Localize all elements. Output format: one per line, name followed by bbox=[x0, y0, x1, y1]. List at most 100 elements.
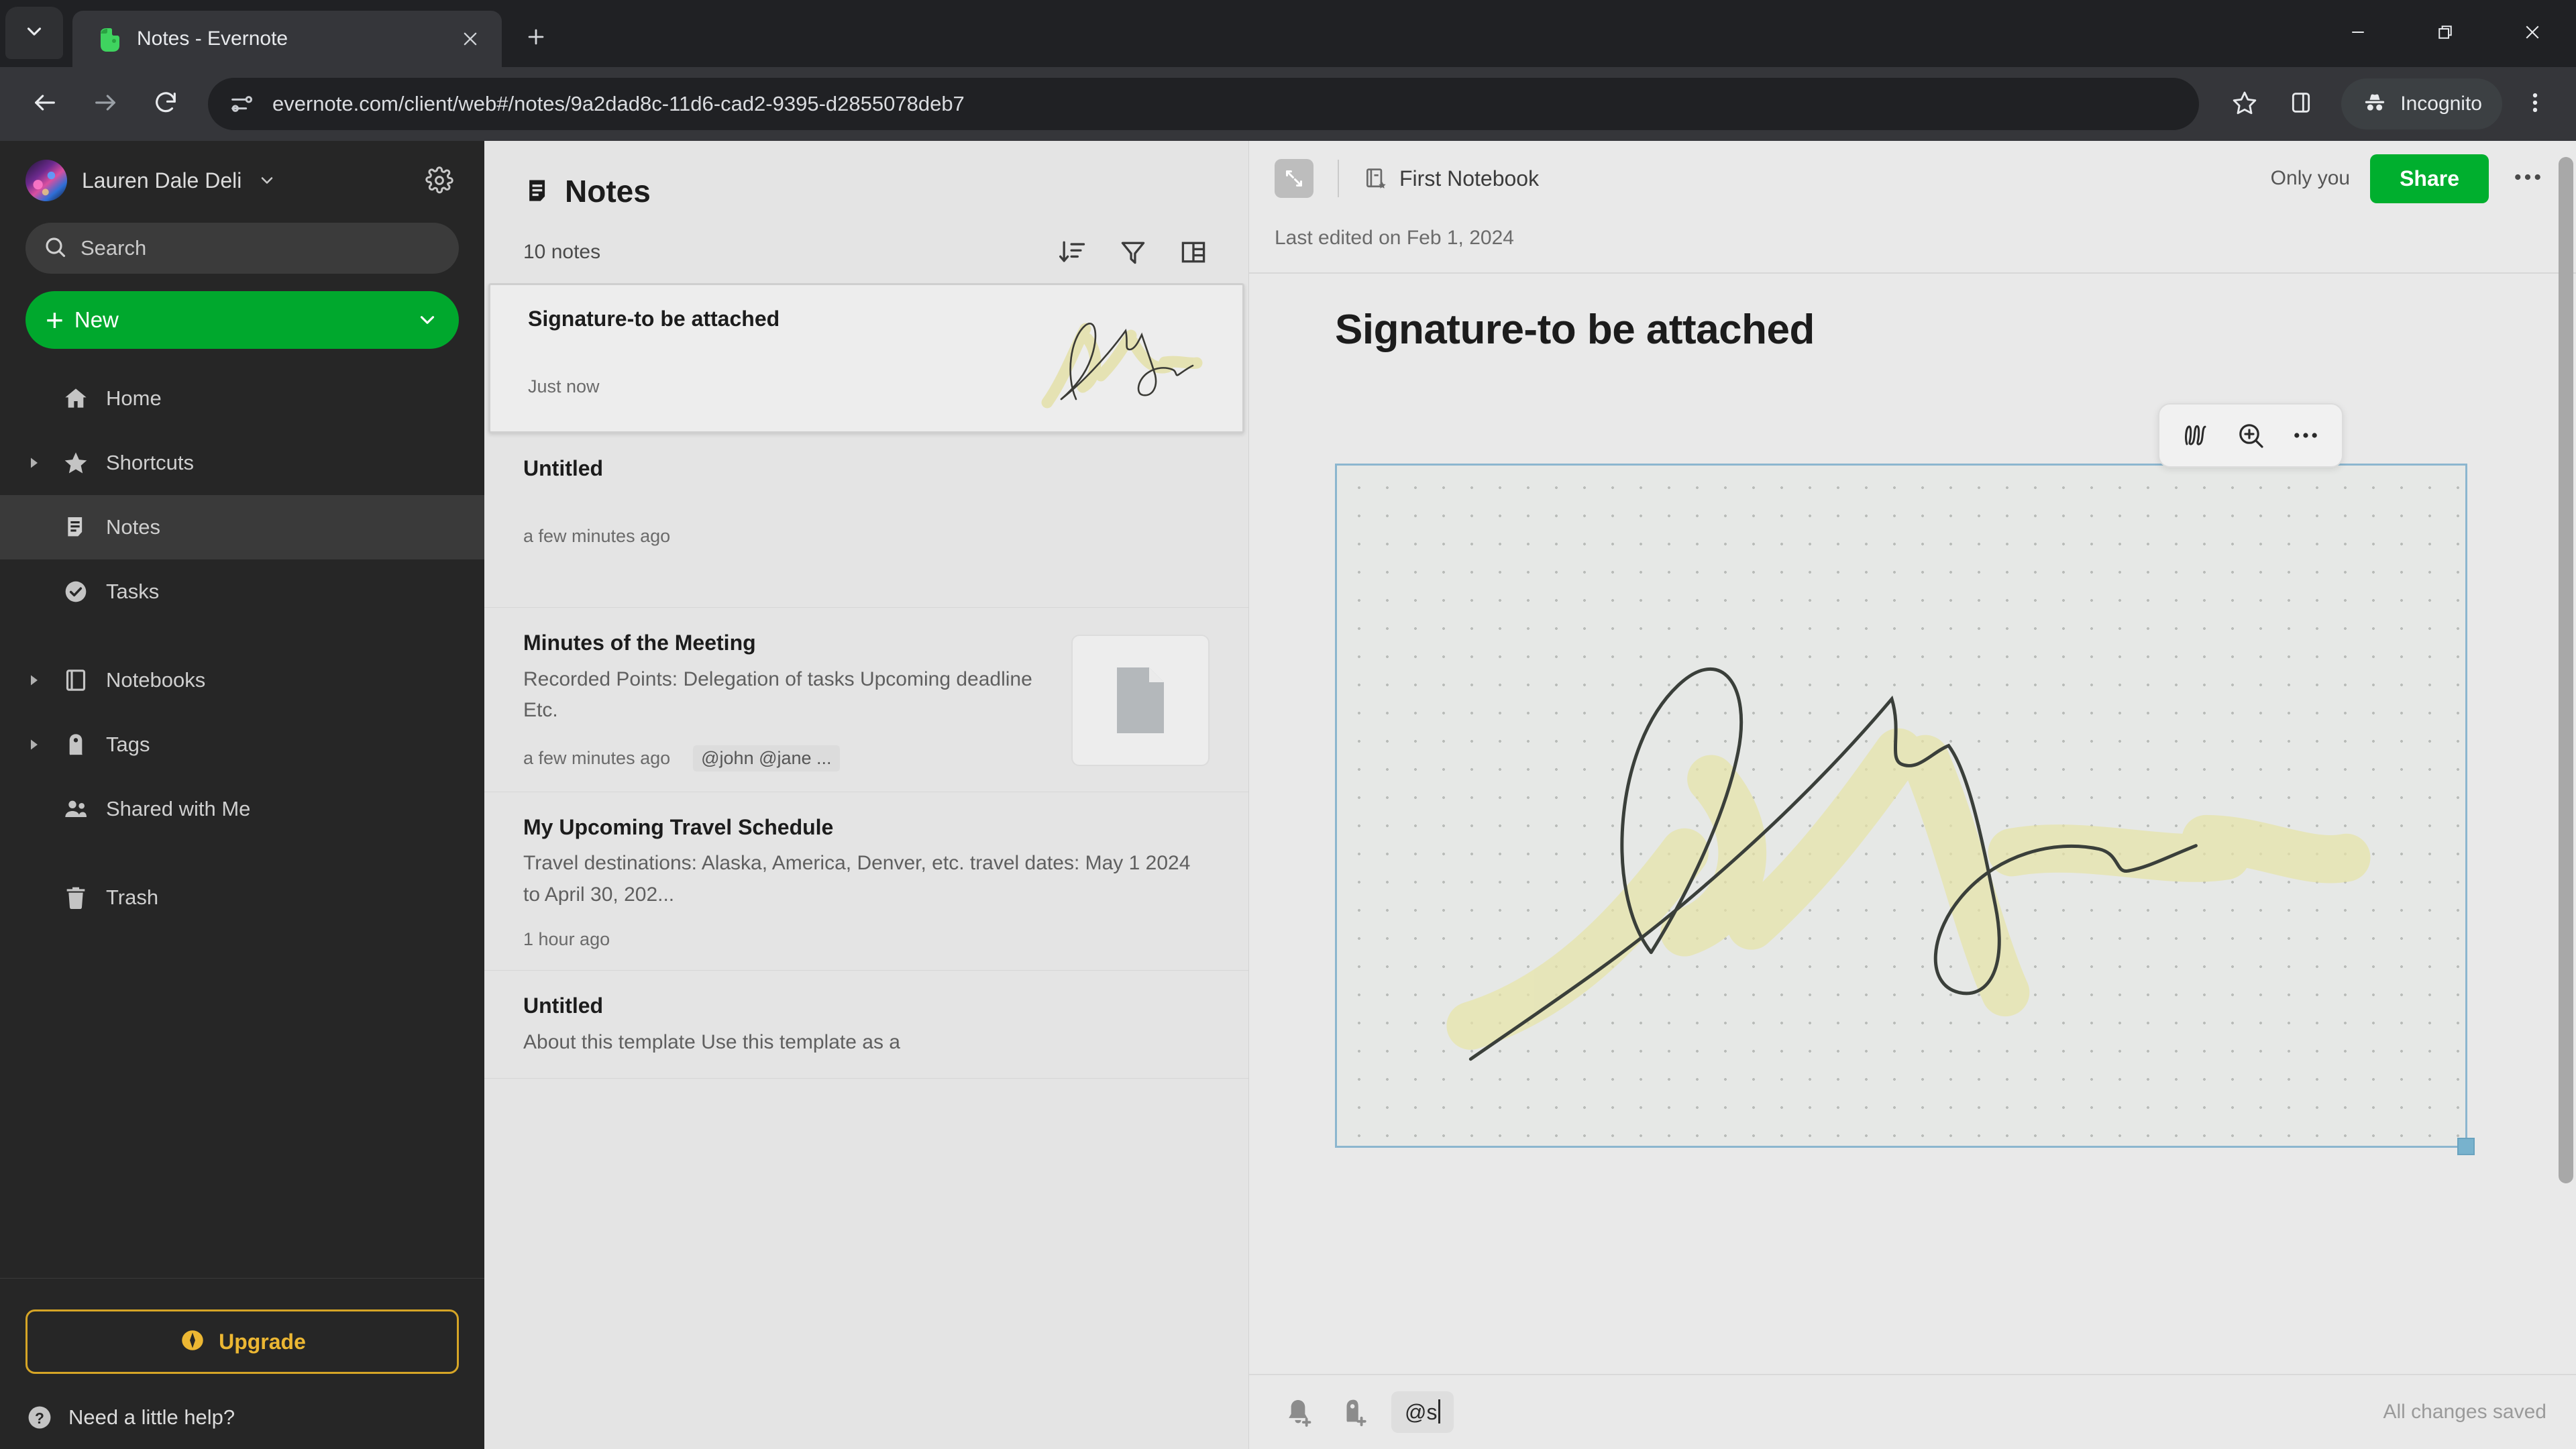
note-item-snippet: Travel destinations: Alaska, America, De… bbox=[523, 852, 1191, 906]
note-list-title-row: Notes bbox=[523, 173, 1210, 209]
sidebar-item-home[interactable]: Home bbox=[0, 366, 484, 431]
editor-scrollbar[interactable] bbox=[2559, 152, 2573, 1370]
share-button[interactable]: Share bbox=[2370, 154, 2489, 203]
list-item[interactable]: Untitled About this template Use this te… bbox=[484, 971, 1248, 1079]
close-window-button[interactable] bbox=[2489, 0, 2576, 67]
scrollbar-thumb[interactable] bbox=[2559, 157, 2573, 1183]
side-panel-icon bbox=[2288, 89, 2314, 119]
notebook-breadcrumb[interactable]: First Notebook bbox=[1363, 166, 1539, 191]
maximize-button[interactable] bbox=[2402, 0, 2489, 67]
incognito-indicator[interactable]: Incognito bbox=[2341, 78, 2502, 129]
note-item-meta: a few minutes ago bbox=[523, 526, 1210, 547]
sidebar-item-label: Notebooks bbox=[106, 668, 206, 692]
add-tag-icon[interactable] bbox=[1335, 1393, 1374, 1432]
filter-funnel-icon[interactable] bbox=[1117, 236, 1149, 268]
help-button[interactable]: ? Need a little help? bbox=[0, 1374, 484, 1432]
three-dot-menu-icon bbox=[2522, 89, 2548, 119]
note-item-title: Untitled bbox=[523, 994, 604, 1018]
home-icon bbox=[60, 385, 91, 412]
note-count: 10 notes bbox=[523, 241, 601, 263]
help-label: Need a little help? bbox=[68, 1405, 235, 1429]
reload-button[interactable] bbox=[138, 76, 193, 131]
incognito-label: Incognito bbox=[2400, 93, 2482, 115]
sidebar-item-tags[interactable]: Tags bbox=[0, 712, 484, 777]
sidebar-item-shared-with-me[interactable]: Shared with Me bbox=[0, 777, 484, 841]
list-view-icon[interactable] bbox=[1177, 236, 1210, 268]
new-chevron-down-icon[interactable] bbox=[416, 309, 439, 331]
list-item[interactable]: Untitled a few minutes ago bbox=[484, 433, 1248, 608]
browser-toolbar: evernote.com/client/web#/notes/9a2dad8c-… bbox=[0, 67, 2576, 141]
account-row[interactable]: Lauren Dale Deli bbox=[0, 141, 484, 211]
tag-icon bbox=[60, 731, 91, 758]
last-edited-label: Last edited on Feb 1, 2024 bbox=[1275, 227, 1514, 249]
search-input[interactable]: Search bbox=[25, 223, 459, 274]
avatar bbox=[25, 160, 67, 201]
three-dot-menu-icon[interactable] bbox=[2282, 411, 2330, 460]
note-more-menu-button[interactable] bbox=[2509, 160, 2546, 197]
browser-window: Notes - Evernote evernote.com/client/web… bbox=[0, 0, 2576, 1449]
upgrade-label: Upgrade bbox=[219, 1329, 306, 1354]
star-outline-icon bbox=[2231, 89, 2258, 119]
svg-text:?: ? bbox=[35, 1409, 44, 1427]
back-arrow-icon bbox=[32, 89, 58, 119]
add-reminder-icon[interactable] bbox=[1279, 1393, 1318, 1432]
gear-icon[interactable] bbox=[420, 161, 459, 200]
tab-search-button[interactable] bbox=[5, 7, 63, 59]
sidebar-item-tasks[interactable]: Tasks bbox=[0, 559, 484, 624]
note-list: Signature-to be attached Just now Untitl… bbox=[484, 283, 1248, 1449]
expand-note-icon[interactable] bbox=[1275, 159, 1313, 198]
forward-button[interactable] bbox=[78, 76, 133, 131]
list-item[interactable]: Minutes of the Meeting Recorded Points: … bbox=[484, 608, 1248, 792]
minimize-button[interactable] bbox=[2314, 0, 2402, 67]
sidebar-item-notes[interactable]: Notes bbox=[0, 495, 484, 559]
sort-descending-icon[interactable] bbox=[1057, 236, 1089, 268]
new-button-label: New bbox=[74, 307, 119, 332]
document-thumbnail bbox=[1071, 635, 1210, 766]
address-bar[interactable]: evernote.com/client/web#/notes/9a2dad8c-… bbox=[208, 78, 2200, 130]
sharing-status: Only you bbox=[2270, 167, 2351, 189]
tab-close-button[interactable] bbox=[453, 22, 487, 56]
sketch-toolbar bbox=[2158, 403, 2343, 468]
notebook-star-icon bbox=[1363, 166, 1389, 191]
scribble-icon[interactable] bbox=[2171, 411, 2220, 460]
sketch-selection[interactable] bbox=[1335, 464, 2475, 1155]
minimize-icon bbox=[2348, 22, 2368, 46]
task-check-icon bbox=[60, 578, 91, 605]
star-icon bbox=[60, 449, 91, 476]
note-list-actions bbox=[1057, 236, 1210, 268]
sidebar-item-trash[interactable]: Trash bbox=[0, 865, 484, 930]
bookmark-button[interactable] bbox=[2219, 78, 2270, 129]
upgrade-button[interactable]: Upgrade bbox=[25, 1309, 459, 1374]
note-title[interactable]: Signature-to be attached bbox=[1249, 274, 2576, 354]
account-chevron-down-icon[interactable] bbox=[258, 171, 276, 190]
side-panel-button[interactable] bbox=[2275, 78, 2326, 129]
sidebar-item-shortcuts[interactable]: Shortcuts bbox=[0, 431, 484, 495]
list-item[interactable]: Signature-to be attached Just now bbox=[488, 283, 1244, 433]
notebook-label: First Notebook bbox=[1399, 166, 1540, 191]
note-item-body: My Upcoming Travel Schedule Travel desti… bbox=[523, 814, 1210, 951]
new-note-button[interactable]: + New bbox=[25, 291, 459, 349]
evernote-app: Lauren Dale Deli Search + New Home Short… bbox=[0, 141, 2576, 1449]
incognito-hat-icon bbox=[2361, 89, 2388, 119]
sidebar-item-label: Shortcuts bbox=[106, 451, 194, 474]
site-settings-icon[interactable] bbox=[228, 91, 255, 117]
disclosure-triangle-icon[interactable] bbox=[23, 738, 46, 751]
browser-tab-bar: Notes - Evernote bbox=[0, 0, 2576, 67]
list-item[interactable]: My Upcoming Travel Schedule Travel desti… bbox=[484, 792, 1248, 971]
tag-input[interactable]: @s bbox=[1391, 1391, 1454, 1433]
disclosure-triangle-icon[interactable] bbox=[23, 674, 46, 687]
back-button[interactable] bbox=[17, 76, 72, 131]
tag-input-value: @s bbox=[1405, 1400, 1438, 1424]
browser-tab[interactable]: Notes - Evernote bbox=[72, 11, 502, 67]
resize-handle[interactable] bbox=[2457, 1138, 2475, 1155]
new-tab-button[interactable] bbox=[513, 15, 559, 62]
notes-icon bbox=[523, 176, 553, 206]
browser-menu-button[interactable] bbox=[2512, 78, 2559, 129]
plus-icon: + bbox=[46, 303, 64, 337]
zoom-in-icon[interactable] bbox=[2226, 411, 2275, 460]
signature-canvas[interactable] bbox=[1335, 464, 2475, 1155]
disclosure-triangle-icon[interactable] bbox=[23, 456, 46, 470]
search-placeholder: Search bbox=[80, 236, 147, 260]
sidebar-item-notebooks[interactable]: Notebooks bbox=[0, 648, 484, 712]
